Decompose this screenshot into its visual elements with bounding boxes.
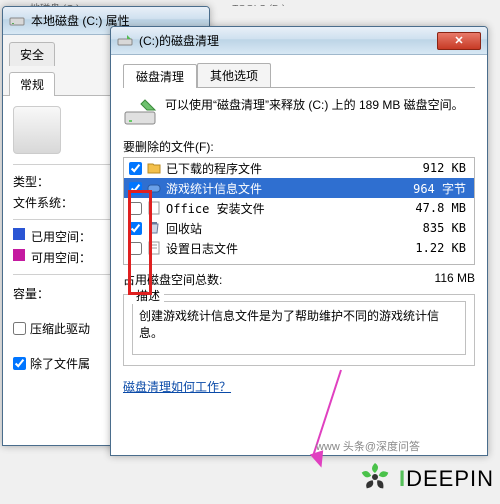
file-checkbox[interactable] xyxy=(128,162,142,175)
file-list[interactable]: 已下载的程序文件912 KB游戏统计信息文件964 字节Office 安装文件4… xyxy=(123,157,475,265)
list-item[interactable]: Office 安装文件47.8 MB xyxy=(124,198,474,218)
index-label: 除了文件属 xyxy=(30,355,90,372)
how-it-works-link[interactable]: 磁盘清理如何工作？ xyxy=(123,378,231,395)
list-item[interactable]: 设置日志文件1.22 KB xyxy=(124,238,474,258)
file-name: 游戏统计信息文件 xyxy=(166,180,390,197)
file-size: 912 KB xyxy=(390,161,470,175)
file-name: 已下载的程序文件 xyxy=(166,160,390,177)
tab-more-options[interactable]: 其他选项 xyxy=(197,63,271,87)
index-checkbox[interactable] xyxy=(13,357,26,370)
total-label: 占用磁盘空间总数: xyxy=(123,271,395,288)
file-checkbox[interactable] xyxy=(128,242,142,255)
type-label: 类型： xyxy=(13,173,83,190)
used-label: 已用空间： xyxy=(31,228,101,245)
file-size: 835 KB xyxy=(390,221,470,235)
cleanup-tabs: 磁盘清理 其他选项 xyxy=(123,63,475,88)
used-swatch xyxy=(13,228,25,240)
list-item[interactable]: 已下载的程序文件912 KB xyxy=(124,158,474,178)
file-size: 47.8 MB xyxy=(390,201,470,215)
file-icon xyxy=(146,180,162,196)
cleanup-body: 磁盘清理 其他选项 可以使用“磁盘清理”来释放 (C:) 上的 189 MB 磁… xyxy=(111,55,487,423)
total-value: 116 MB xyxy=(395,271,475,288)
cleanup-titlebar[interactable]: (C:)的磁盘清理 ✕ xyxy=(111,27,487,55)
logo-swirl-icon xyxy=(357,459,393,498)
files-to-delete-label: 要删除的文件(F): xyxy=(123,138,475,155)
file-checkbox[interactable] xyxy=(128,202,142,215)
file-size: 1.22 KB xyxy=(390,241,470,255)
compress-checkbox[interactable] xyxy=(13,322,26,335)
compress-label: 压缩此驱动 xyxy=(30,320,90,337)
file-checkbox[interactable] xyxy=(128,182,142,195)
capacity-label: 容量： xyxy=(13,285,83,302)
cleanup-intro: 可以使用“磁盘清理”来释放 (C:) 上的 189 MB 磁盘空间。 xyxy=(123,96,475,130)
close-icon: ✕ xyxy=(454,34,463,47)
disk-cleanup-window: (C:)的磁盘清理 ✕ 磁盘清理 其他选项 可以使用“磁盘清理”来释放 (C:)… xyxy=(110,26,488,456)
drive-large-icon xyxy=(13,106,61,154)
free-swatch xyxy=(13,249,25,261)
file-icon xyxy=(146,160,162,176)
description-legend: 描述 xyxy=(132,287,164,304)
total-row: 占用磁盘空间总数: 116 MB xyxy=(123,271,475,288)
description-text: 创建游戏统计信息文件是为了帮助维护不同的游戏统计信息。 xyxy=(132,301,466,355)
list-item[interactable]: 游戏统计信息文件964 字节 xyxy=(124,178,474,198)
cleanup-icon xyxy=(123,96,157,130)
file-size: 964 字节 xyxy=(390,180,470,197)
list-item[interactable]: 回收站835 KB xyxy=(124,218,474,238)
watermark: www 头条@深度问答 xyxy=(316,438,420,454)
tab-disk-cleanup[interactable]: 磁盘清理 xyxy=(123,64,197,88)
file-name: 设置日志文件 xyxy=(166,240,390,257)
tab-security[interactable]: 安全 xyxy=(9,42,55,66)
cleanup-title: (C:)的磁盘清理 xyxy=(139,32,219,49)
cleanup-title-icon xyxy=(117,33,133,49)
free-label: 可用空间： xyxy=(31,249,101,266)
file-icon xyxy=(146,240,162,256)
file-name: Office 安装文件 xyxy=(166,200,390,217)
filesystem-label: 文件系统： xyxy=(13,194,83,211)
description-group: 描述 创建游戏统计信息文件是为了帮助维护不同的游戏统计信息。 xyxy=(123,294,475,366)
file-checkbox[interactable] xyxy=(128,222,142,235)
drive-icon xyxy=(9,13,25,29)
file-icon xyxy=(146,220,162,236)
file-name: 回收站 xyxy=(166,220,390,237)
brand-logo: IDEEPIN xyxy=(357,459,494,498)
file-icon xyxy=(146,200,162,216)
cleanup-intro-text: 可以使用“磁盘清理”来释放 (C:) 上的 189 MB 磁盘空间。 xyxy=(165,96,464,114)
tab-general[interactable]: 常规 xyxy=(9,72,55,96)
close-button[interactable]: ✕ xyxy=(437,32,481,50)
brand-text: IDEEPIN xyxy=(399,466,494,492)
